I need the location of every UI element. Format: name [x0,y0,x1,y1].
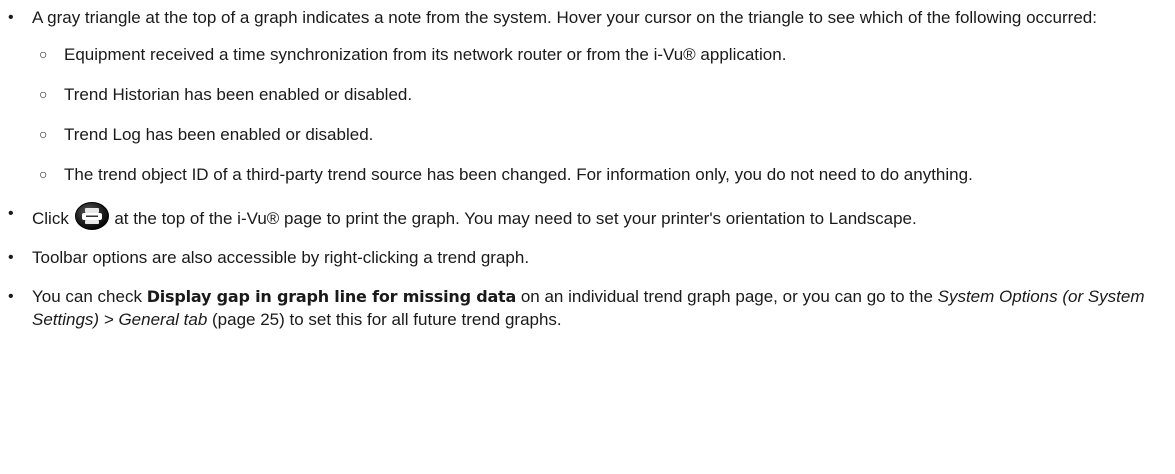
document-page: • A gray triangle at the top of a graph … [0,6,1175,474]
list-item-gap: • You can check Display gap in graph lin… [0,285,1175,331]
bullet-circle: ○ [39,86,48,102]
bullet-circle: ○ [39,166,48,182]
triangle-note-text: A gray triangle at the top of a graph in… [32,8,1097,27]
sub-list: ○ Equipment received a time synchronizat… [32,43,1175,186]
sub-item: ○ Trend Historian has been enabled or di… [32,83,1175,106]
gap-text-3: (page 25) to set this for all future tre… [207,310,562,329]
bullet-circle: ○ [39,126,48,142]
bullet-dot: • [8,9,14,26]
gap-text-2: on an individual trend graph page, or yo… [516,287,938,306]
print-icon [74,202,109,230]
sub-item: ○ Equipment received a time synchronizat… [32,43,1175,66]
bullet-list: • A gray triangle at the top of a graph … [0,6,1175,331]
sub-item-text: Trend Historian has been enabled or disa… [64,85,413,104]
print-text-after: at the top of the i-Vu® page to print th… [114,209,917,228]
print-text-before: Click [32,209,69,228]
list-item-print: • Click at the top of the i-Vu® page to … [0,202,1175,230]
bullet-dot: • [8,249,14,266]
bullet-dot: • [8,288,14,305]
bullet-circle: ○ [39,46,48,62]
list-item-toolbar: • Toolbar options are also accessible by… [0,246,1175,269]
sub-item-text: Trend Log has been enabled or disabled. [64,125,374,144]
sub-item-text: Equipment received a time synchronizatio… [64,45,787,64]
toolbar-text: Toolbar options are also accessible by r… [32,248,530,267]
bullet-dot: • [8,205,14,222]
sub-item: ○ Trend Log has been enabled or disabled… [32,123,1175,146]
gap-text-1: You can check [32,287,147,306]
sub-item: ○ The trend object ID of a third-party t… [32,163,1175,186]
list-item-triangle-note: • A gray triangle at the top of a graph … [0,6,1175,186]
sub-item-text: The trend object ID of a third-party tre… [64,165,973,184]
gap-option-name: Display gap in graph line for missing da… [146,287,517,306]
